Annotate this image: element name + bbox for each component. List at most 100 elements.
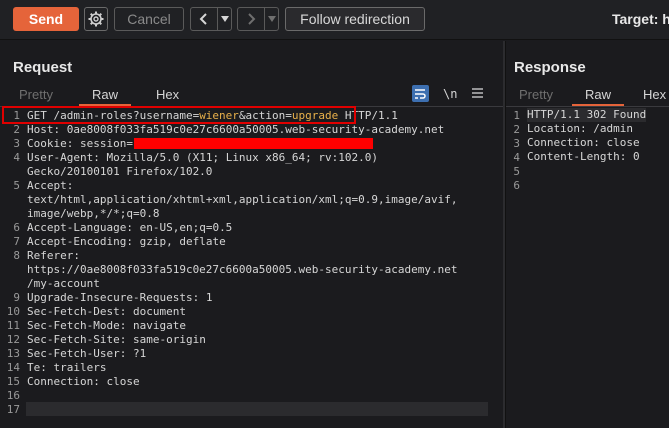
header-name: Te: [27,361,54,374]
toolbar: Send Cancel Follow redirection Target: h [0,0,669,40]
line-number: 5 [513,165,520,178]
request-line: Te: trailers [27,361,106,375]
request-title: Request [13,59,73,76]
line-number: 4 [13,151,20,164]
request-line: Gecko/20100101 Firefox/102.0 [27,165,212,179]
header-name: Upgrade-Insecure-Requests: [27,291,206,304]
tab-raw[interactable]: Raw [78,86,131,106]
response-tab-divider [506,106,669,107]
line-text: navigate [132,319,186,332]
pretty-toggle-button[interactable] [412,85,429,102]
newline-toggle-button[interactable]: \n [443,87,457,101]
line-number: 10 [6,305,20,318]
line-number: 7 [13,235,20,248]
request-line-annotation-box [2,106,356,124]
line-text: /my-account [27,277,100,290]
tab-raw[interactable]: Raw [571,86,624,106]
request-line: User-Agent: Mozilla/5.0 (X11; Linux x86_… [27,151,378,165]
line-text: document [132,305,186,318]
forward-button[interactable] [238,8,264,30]
request-line: Accept-Encoding: gzip, deflate [27,235,226,249]
request-menu-button[interactable] [472,86,484,101]
request-line: Connection: close [27,375,140,389]
request-line: Sec-Fetch-Site: same-origin [27,333,206,347]
request-line: https://0ae8008f033fa519c0e27c6600a50005… [27,263,457,277]
request-line: Upgrade-Insecure-Requests: 1 [27,291,212,305]
line-number: 14 [6,361,20,374]
line-text: Mozilla/5.0 (X11; Linux x86_64; rv:102.0… [106,151,379,164]
line-number-gutter: 1 2 3 4 5 6 7 8 9 10 11 12 13 14 15 16 17 [0,108,22,428]
header-name: Cookie: [27,137,80,150]
back-button[interactable] [191,8,217,30]
newline-icon: \n [443,86,458,101]
line-number: 16 [6,389,20,402]
response-line: Connection: close [527,136,640,149]
request-view-toggles: \n [412,85,484,102]
line-number: 4 [513,151,520,164]
line-text: 1 [205,291,213,304]
line-text: 0ae8008f033fa519c0e27c6600a50005.web-sec… [66,123,445,136]
line-number: 12 [6,333,20,346]
tab-hex[interactable]: Hex [143,86,192,106]
request-panel: Request Pretty Raw Hex \n 1 2 3 4 5 6 7 8 9 10 11 1… [0,41,503,428]
request-line: Sec-Fetch-Mode: navigate [27,319,186,333]
gear-icon [88,11,104,27]
line-number: 1 [513,109,520,122]
tab-pretty[interactable]: Pretty [6,86,66,106]
header-name: Sec-Fetch-Mode: [27,319,133,332]
line-text: same-origin [132,333,206,346]
line-number: 13 [6,347,20,360]
follow-redirection-button[interactable]: Follow redirection [285,7,425,31]
header-name: Connection: [27,375,107,388]
request-editor[interactable]: 1 2 3 4 5 6 7 8 9 10 11 12 13 14 15 16 17 GET /admin-rol… [0,106,503,428]
target-label[interactable]: Target: h [612,11,669,27]
wrap-lines-icon [415,88,426,99]
response-line: Location: /admin [527,122,633,135]
line-number: 5 [13,179,20,192]
line-number: 17 [6,403,20,416]
request-line: text/html,application/xhtml+xml,applicat… [27,193,457,207]
send-button[interactable]: Send [13,7,79,31]
response-tabs: Pretty Raw Hex [506,86,669,108]
caret-down-icon [220,16,229,22]
tab-hex[interactable]: Hex [630,86,669,106]
header-name: Host: [27,123,67,136]
cancel-button[interactable]: Cancel [114,7,184,31]
line-text: close [106,375,140,388]
settings-button[interactable] [84,7,108,31]
response-editor[interactable]: 1 HTTP/1.1 302 Found 2 Location: /admin 3 Con… [506,108,669,428]
header-name: Referer: [27,249,87,262]
header-name: Sec-Fetch-User: [27,347,133,360]
request-line: Sec-Fetch-User: ?1 [27,347,146,361]
line-text: ?1 [132,347,147,360]
line-number: 15 [6,375,20,388]
caret-down-icon [267,16,276,22]
response-title: Response [514,59,586,76]
request-tabs: Pretty Raw Hex [6,86,192,108]
response-line: Content-Length: 0 [527,150,640,163]
header-name: Sec-Fetch-Site: [27,333,133,346]
line-number: 3 [13,137,20,150]
tab-pretty[interactable]: Pretty [506,86,566,106]
line-number: 8 [13,249,20,262]
line-text: Gecko/20100101 Firefox/102.0 [27,165,213,178]
line-text: https://0ae8008f033fa519c0e27c6600a50005… [27,263,458,276]
chevron-right-icon [248,13,256,25]
hamburger-menu-icon [472,88,484,98]
request-line: Sec-Fetch-Dest: document [27,305,186,319]
request-line: /my-account [27,277,100,291]
forward-history-dropdown[interactable] [264,8,278,30]
line-text: trailers [53,361,107,374]
back-nav-group [190,7,232,31]
line-text: session= [79,137,133,150]
line-text: gzip, deflate [139,235,226,248]
header-name: Sec-Fetch-Dest: [27,305,133,318]
line-number: 2 [513,123,520,136]
line-text: text/html,application/xhtml+xml,applicat… [27,193,458,206]
line-number: 9 [13,291,20,304]
request-line: Referer: [27,249,87,263]
request-line: Host: 0ae8008f033fa519c0e27c6600a50005.w… [27,123,444,137]
back-history-dropdown[interactable] [217,8,231,30]
line-number: 2 [13,123,20,136]
session-redaction [134,138,373,149]
